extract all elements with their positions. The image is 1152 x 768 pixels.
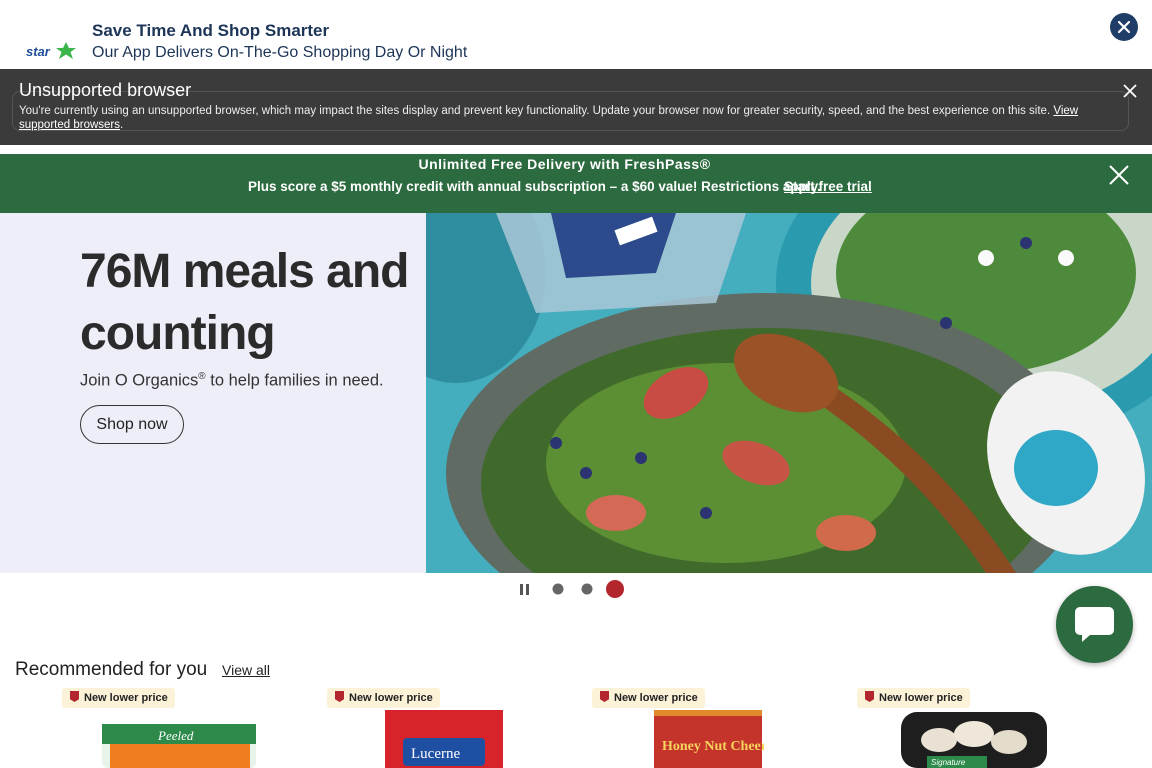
unsupported-browser-close-button[interactable] [1122, 83, 1138, 99]
chat-button[interactable] [1056, 586, 1133, 663]
unsupported-browser-text: You're currently using an unsupported br… [19, 105, 1051, 117]
unsupported-browser-message: You're currently using an unsupported br… [19, 105, 1079, 131]
start-free-trial-link[interactable]: Start free trial [784, 179, 872, 194]
store-logo-text: star [26, 44, 51, 59]
hero-salad-image[interactable] [426, 213, 1152, 573]
price-badge: New lower price [327, 688, 440, 708]
promo-description: Plus score a $5 monthly credit with annu… [248, 179, 821, 194]
package-text: Signature [931, 758, 966, 767]
carousel-controls [518, 580, 628, 600]
product-card[interactable]: New lower price Honey Nut Cheerios [592, 688, 832, 768]
pause-icon[interactable] [520, 584, 529, 595]
product-card[interactable]: New lower price Lucerne [327, 688, 567, 768]
carousel-dot-2[interactable] [581, 583, 593, 595]
view-all-link[interactable]: View all [222, 662, 270, 678]
recommended-title: Recommended for you [15, 659, 208, 680]
unsupported-browser-title: Unsupported browser [19, 80, 192, 100]
store-logo-icon[interactable]: star [26, 40, 78, 62]
price-badge: New lower price [592, 688, 705, 708]
package-text: Lucerne [411, 746, 460, 762]
price-badge: New lower price [857, 688, 970, 708]
hero-subtitle: Join O Organics® to help families in nee… [80, 371, 384, 390]
app-banner-title: Save Time And Shop Smarter [92, 21, 330, 40]
package-text: Peeled [157, 728, 194, 743]
shop-now-button[interactable]: Shop now [80, 405, 184, 444]
price-badge: New lower price [62, 688, 175, 708]
tag-icon [600, 691, 609, 702]
product-card[interactable]: New lower price Peeled [62, 688, 302, 768]
carousel-indicators [520, 580, 624, 598]
carousel-dot-1[interactable] [552, 583, 564, 595]
promo-title: Unlimited Free Delivery with FreshPass® [418, 156, 711, 172]
promo-close-button[interactable] [1108, 164, 1130, 186]
unsupported-browser-alert: Unsupported browser You're currently usi… [0, 69, 1152, 145]
carousel-dot-3-active[interactable] [606, 580, 624, 598]
close-icon [1123, 84, 1137, 98]
product-image-cereal[interactable]: Honey Nut Cheerios [654, 710, 764, 768]
tag-icon [70, 691, 79, 702]
product-image-cheese[interactable]: Lucerne [385, 710, 505, 768]
chat-icon [1075, 607, 1114, 642]
hero-title: 76M meals and counting [80, 245, 409, 360]
app-banner-close-button[interactable] [1110, 13, 1138, 41]
product-image-carrots[interactable]: Peeled [100, 710, 260, 768]
package-text: Honey Nut Cheerios [662, 739, 764, 754]
product-image-mushrooms[interactable]: Signature [899, 710, 1049, 768]
tag-icon [865, 691, 874, 702]
close-icon [1117, 20, 1131, 34]
close-icon [1109, 165, 1129, 185]
hero-carousel: 76M meals and counting Join O Organics® … [0, 213, 1152, 573]
freshpass-promo-banner: Unlimited Free Delivery with FreshPass® … [0, 154, 1152, 213]
app-banner-subtitle: Our App Delivers On-The-Go Shopping Day … [92, 44, 468, 61]
app-download-banner: star Save Time And Shop Smarter Our App … [0, 0, 1152, 69]
product-card[interactable]: New lower price Signature [857, 688, 1097, 768]
tag-icon [335, 691, 344, 702]
